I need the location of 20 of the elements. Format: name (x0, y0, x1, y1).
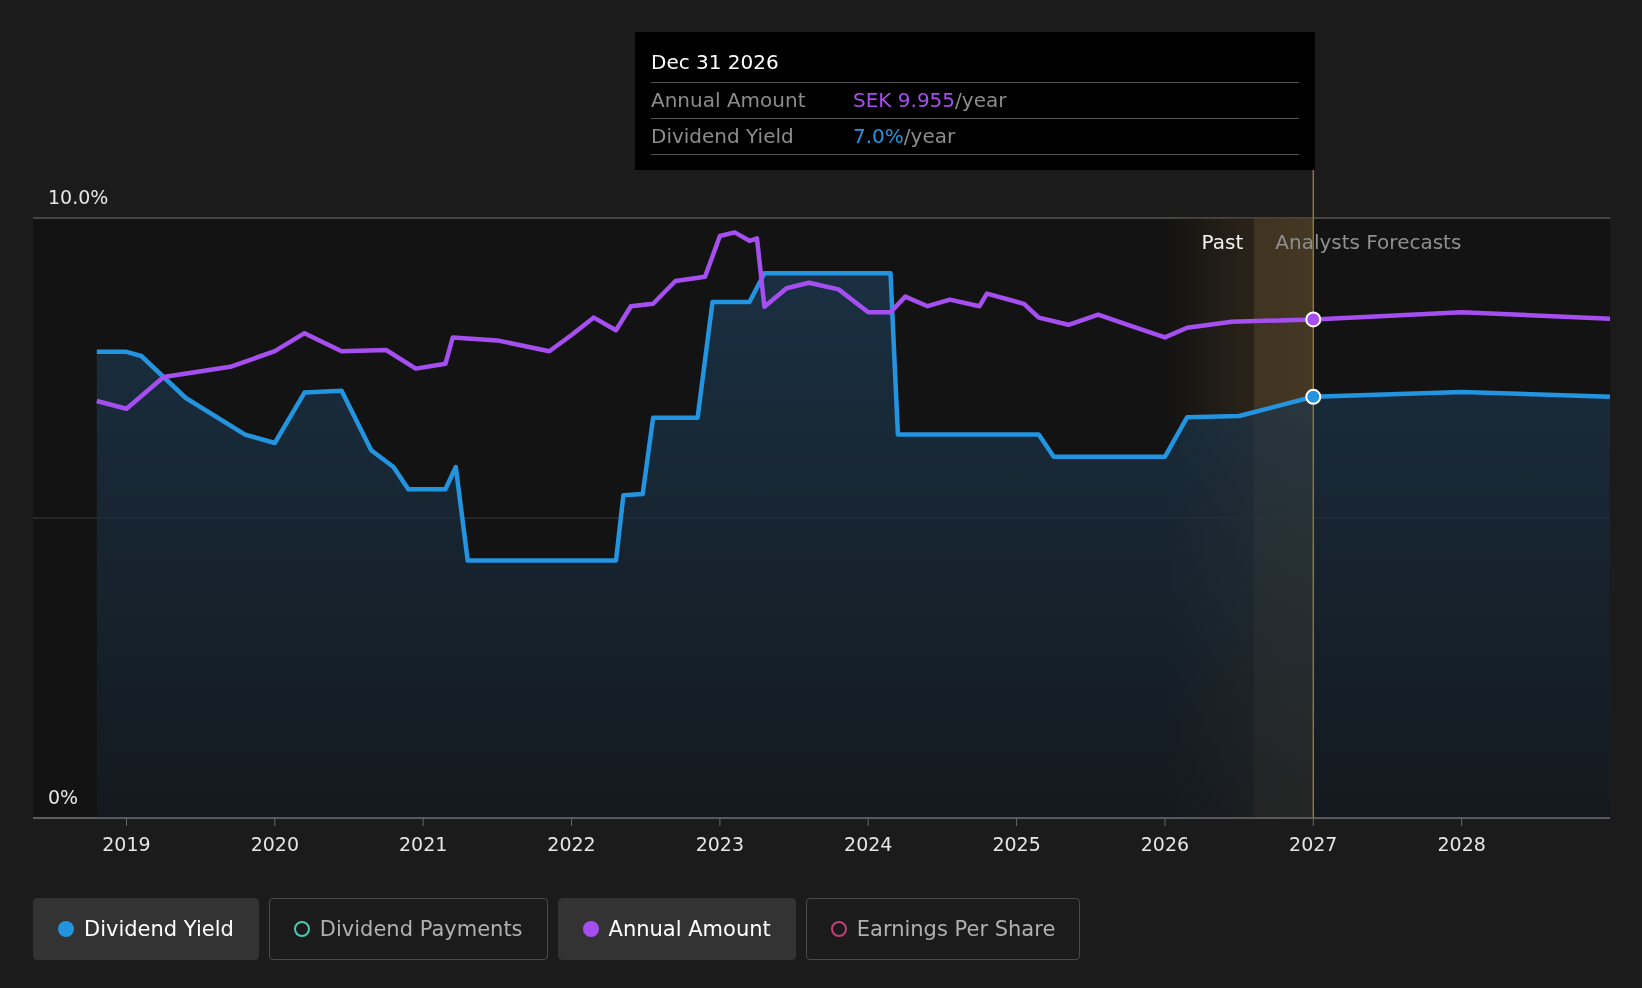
tooltip-value: SEK 9.955 (853, 88, 956, 112)
axis-label: 2025 (992, 833, 1041, 855)
axis-label: 2020 (250, 833, 299, 855)
tooltip-date: Dec 31 2026 (651, 46, 1299, 83)
axis-label: 2022 (547, 833, 596, 855)
tooltip-unit: /year (903, 124, 956, 148)
axis-label: 2027 (1289, 833, 1338, 855)
axis-label: 2024 (844, 833, 893, 855)
tooltip-unit: /year (955, 88, 1007, 112)
axis-label: 2026 (1140, 833, 1190, 855)
axis-label: 2023 (695, 833, 745, 855)
axis-label: 2021 (399, 833, 448, 855)
axis-label: 10.0% (48, 186, 109, 208)
axis-label: 2019 (102, 833, 151, 855)
axis-label: 0% (48, 786, 79, 808)
axis-label: 2028 (1437, 833, 1486, 855)
tooltip-label: Dividend Yield (651, 124, 795, 148)
tooltip-label: Annual Amount (651, 88, 807, 112)
past-label: Past (1201, 230, 1244, 254)
tooltip-value: 7.0% (853, 124, 904, 148)
